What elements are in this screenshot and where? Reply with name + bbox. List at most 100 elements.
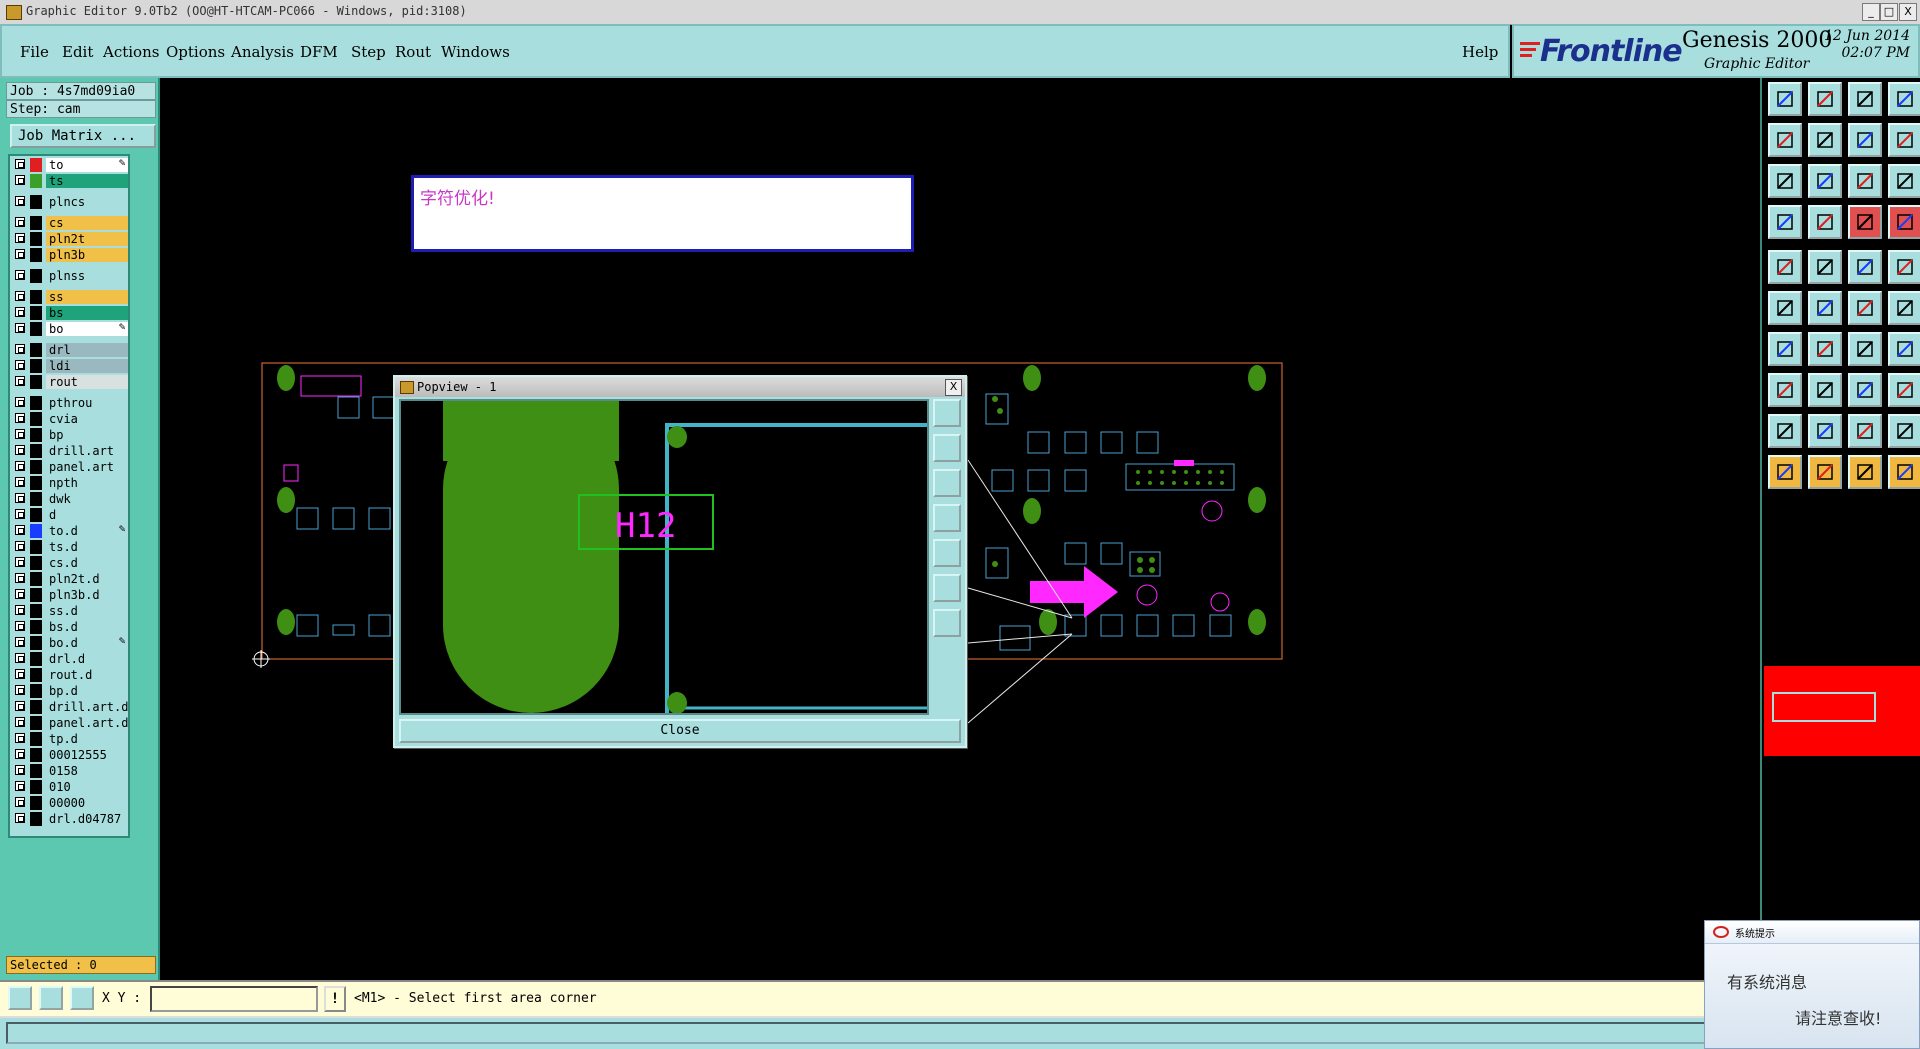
layer-row[interactable]: bs (12, 306, 128, 320)
save-icon[interactable] (1808, 82, 1842, 116)
layer-checkbox[interactable] (15, 360, 25, 370)
execute-button[interactable]: ! (324, 986, 346, 1012)
connect-nodes-icon[interactable] (1768, 291, 1802, 325)
record-icon[interactable] (1768, 250, 1802, 284)
pan-left-icon[interactable] (1768, 123, 1802, 157)
cross-icon[interactable] (1808, 291, 1842, 325)
node-link-alt-icon[interactable] (1888, 291, 1920, 325)
layer-checkbox[interactable] (15, 249, 25, 259)
layer-row[interactable]: ss.d (12, 604, 128, 618)
popview-zoom-in-icon[interactable] (933, 399, 961, 427)
layer-row[interactable]: rout (12, 375, 128, 389)
layer-row[interactable]: plnss (12, 269, 128, 283)
layer-row[interactable]: ts.d (12, 540, 128, 554)
layer-row[interactable]: drill.art.d (12, 700, 128, 714)
draw-line-icon[interactable] (1808, 250, 1842, 284)
layer-row[interactable]: drl (12, 343, 128, 357)
menu-step[interactable]: Step (351, 43, 386, 61)
layer-checkbox[interactable] (15, 159, 25, 169)
layer-checkbox[interactable] (15, 685, 25, 695)
layer-checkbox[interactable] (15, 196, 25, 206)
pad-marker-icon[interactable] (1768, 373, 1802, 407)
layer-checkbox[interactable] (15, 557, 25, 567)
popview-pan-left-icon[interactable] (933, 504, 961, 532)
select-route-icon[interactable] (1888, 455, 1920, 489)
zoom-back-icon[interactable] (1848, 123, 1882, 157)
layer-checkbox[interactable] (15, 749, 25, 759)
select-pointer-icon[interactable] (1768, 455, 1802, 489)
system-notification[interactable]: 系统提示 有系统消息 请注意查收! (1704, 920, 1920, 1049)
popview-center-icon[interactable] (933, 609, 961, 637)
measure-box-icon[interactable] (1848, 373, 1882, 407)
layer-row[interactable]: bo ✎ (12, 322, 128, 336)
layer-row[interactable]: rout.d (12, 668, 128, 682)
ruler-icon[interactable] (1848, 250, 1882, 284)
layer-checkbox[interactable] (15, 637, 25, 647)
layer-checkbox[interactable] (15, 344, 25, 354)
popview-zoom-area[interactable]: H12 (399, 399, 929, 715)
popview-pan-right-icon[interactable] (933, 539, 961, 567)
layer-row[interactable]: ldi (12, 359, 128, 373)
layer-row[interactable]: drl.d (12, 652, 128, 666)
pad-icon[interactable] (1808, 205, 1842, 239)
select-pointer-alt-icon[interactable] (1808, 455, 1842, 489)
layer-row[interactable]: bo.d ✎ (12, 636, 128, 650)
layer-checkbox[interactable] (15, 270, 25, 280)
snap-mode-icon[interactable] (8, 986, 32, 1010)
layer-row[interactable]: bp.d (12, 684, 128, 698)
pan-right-icon[interactable] (1808, 123, 1842, 157)
job-matrix-button[interactable]: Job Matrix ... (10, 124, 156, 148)
layer-row[interactable]: bs.d (12, 620, 128, 634)
layer-checkbox[interactable] (15, 413, 25, 423)
layer-checkbox[interactable] (15, 291, 25, 301)
measure-red-icon[interactable] (1808, 373, 1842, 407)
close-window-button[interactable]: X (1899, 3, 1917, 21)
layer-row[interactable]: pln2t.d (12, 572, 128, 586)
layer-checkbox[interactable] (15, 589, 25, 599)
layer-checkbox[interactable] (15, 461, 25, 471)
layer-row[interactable]: drl.d04787 (12, 812, 128, 826)
layer-checkbox[interactable] (15, 429, 25, 439)
popview-close-x-button[interactable]: X (945, 379, 962, 396)
layer-checkbox[interactable] (15, 307, 25, 317)
zoom-center-icon[interactable] (1808, 164, 1842, 198)
layer-row[interactable]: pthrou (12, 396, 128, 410)
home-icon[interactable] (1848, 82, 1882, 116)
menu-rout[interactable]: Rout (395, 43, 431, 61)
popview-close-button[interactable]: Close (399, 719, 961, 743)
layer-checkbox[interactable] (15, 621, 25, 631)
rotate-view-icon[interactable] (1768, 205, 1802, 239)
layer-row[interactable]: dwk (12, 492, 128, 506)
layer-row[interactable]: 00000 (12, 796, 128, 810)
layer-checkbox[interactable] (15, 701, 25, 711)
layer-row[interactable]: d (12, 508, 128, 522)
layer-checkbox[interactable] (15, 445, 25, 455)
net-blue-icon[interactable] (1888, 205, 1920, 239)
layer-checkbox[interactable] (15, 669, 25, 679)
maximize-button[interactable]: □ (1880, 3, 1898, 21)
layer-row[interactable]: cs.d (12, 556, 128, 570)
zoom-fit-icon[interactable] (1768, 164, 1802, 198)
layer-row[interactable]: 0158 (12, 764, 128, 778)
layer-row[interactable]: 010 (12, 780, 128, 794)
layer-checkbox[interactable] (15, 217, 25, 227)
layer-checkbox[interactable] (15, 813, 25, 823)
text-a-icon[interactable] (1808, 414, 1842, 448)
layer-row[interactable]: ss (12, 290, 128, 304)
layer-row[interactable]: plncs (12, 195, 128, 209)
menu-options[interactable]: Options (166, 43, 225, 61)
layer-row[interactable]: pln2t (12, 232, 128, 246)
layer-checkbox[interactable] (15, 765, 25, 775)
layer-row[interactable]: bp (12, 428, 128, 442)
popview-fit-icon[interactable] (933, 574, 961, 602)
layer-row[interactable]: 00012555 (12, 748, 128, 762)
layer-row[interactable]: drill.art (12, 444, 128, 458)
select-pointer-red-icon[interactable] (1848, 455, 1882, 489)
snap-icon[interactable] (1888, 123, 1920, 157)
circle-icon[interactable] (1888, 250, 1920, 284)
layer-checkbox[interactable] (15, 493, 25, 503)
ratio-1-2-icon[interactable] (1848, 164, 1882, 198)
layer-row[interactable]: npth (12, 476, 128, 490)
layer-row[interactable]: ts (12, 174, 128, 188)
layer-row[interactable]: to ✎ (12, 158, 128, 172)
